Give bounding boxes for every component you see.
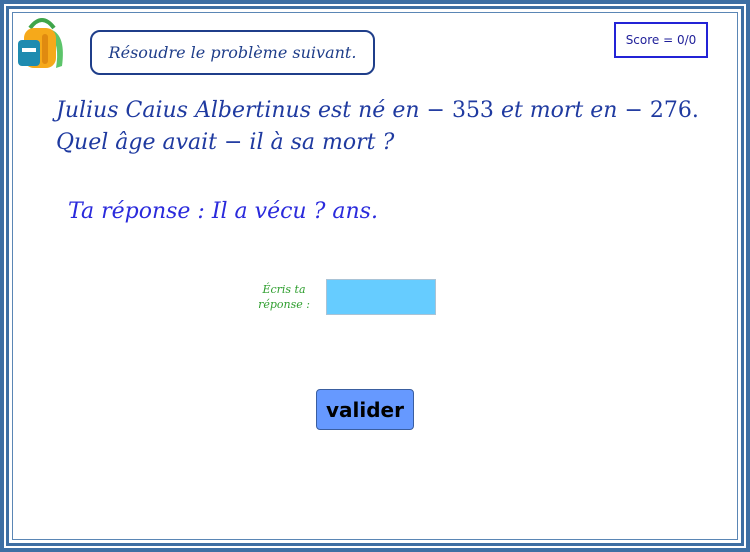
- problem-text-start: Julius Caius Albertinus est né en: [56, 98, 420, 123]
- answer-input[interactable]: [326, 279, 436, 315]
- answer-prompt-line2: réponse :: [258, 298, 310, 311]
- validate-button[interactable]: valider: [316, 389, 414, 430]
- answer-template: Ta réponse : Il a vécu ? ans.: [68, 199, 378, 224]
- answer-prompt-line1: Écris ta: [262, 283, 306, 296]
- problem-statement-line2: Quel âge avait − il à sa mort ?: [56, 130, 395, 155]
- answer-prompt-label: Écris ta réponse :: [252, 282, 316, 312]
- death-year: − 276.: [624, 98, 699, 123]
- problem-statement-line1: Julius Caius Albertinus est né en − 353 …: [56, 98, 699, 123]
- inner-frame: [12, 12, 738, 540]
- score-display: Score = 0/0: [614, 22, 708, 58]
- backpack-icon: [18, 18, 63, 68]
- birth-year: − 353: [426, 98, 494, 123]
- problem-text-middle: et mort en: [500, 98, 618, 123]
- instruction-box: Résoudre le problème suivant.: [90, 30, 375, 75]
